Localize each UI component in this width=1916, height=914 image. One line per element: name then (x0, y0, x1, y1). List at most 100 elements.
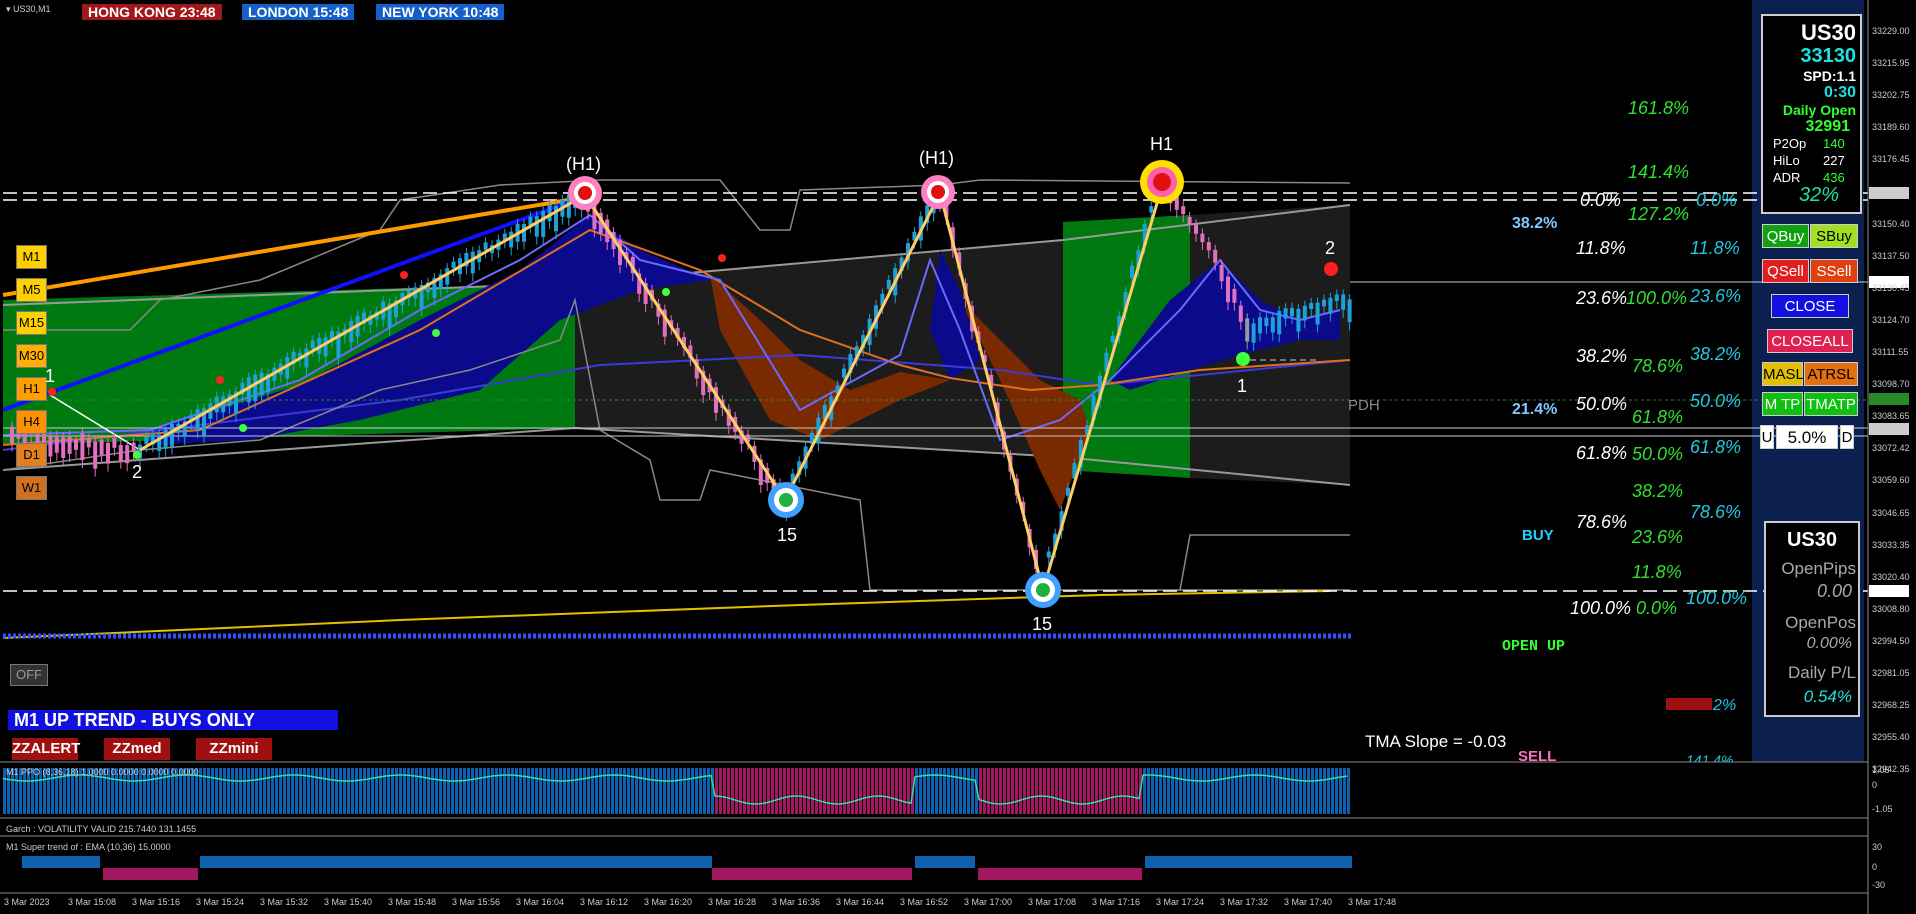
qsell-button[interactable]: QSell (1762, 259, 1809, 283)
ppo-bar (247, 768, 250, 814)
info-price: 33130 (1800, 45, 1856, 67)
ppo-bar (671, 768, 674, 814)
swing-marker-low-mid (768, 482, 804, 518)
tf-button-d1[interactable]: D1 (16, 443, 47, 467)
tf-button-m15[interactable]: M15 (16, 311, 47, 335)
ppo-bar (1291, 768, 1294, 814)
masl-button[interactable]: MASL (1762, 362, 1804, 386)
stats-open-pos: 0.00% (1806, 635, 1852, 652)
ppo-bar (1167, 768, 1170, 814)
ppo-bar (1123, 768, 1126, 814)
candle-body (349, 320, 354, 343)
closeall-button[interactable]: CLOSEALL (1767, 329, 1853, 353)
info-row-label-1: P2Op (1773, 136, 1807, 151)
ppo-bar (995, 768, 998, 814)
price-axis-tick: 32981.05 (1872, 668, 1910, 678)
pdh-label: PDH (1348, 397, 1380, 414)
tf-button-m5[interactable]: M5 (16, 278, 47, 302)
info-adr-pct: 32% (1799, 184, 1840, 206)
time-axis-tick: 3 Mar 15:24 (196, 897, 245, 907)
price-axis-tick: 33059.60 (1872, 475, 1910, 486)
fib-b-11-8: 11.8% (1632, 562, 1682, 582)
ppo-bar (907, 768, 910, 814)
fib-b-0: 0.0% (1636, 598, 1678, 618)
ppo-bar (335, 768, 338, 814)
off-button[interactable]: OFF (10, 664, 48, 686)
ppo-bar (1099, 768, 1102, 814)
ppo-bar (595, 768, 598, 814)
ppo-bar (359, 768, 362, 814)
ppo-bar (475, 768, 478, 814)
qbuy-button[interactable]: QBuy (1762, 224, 1809, 248)
ppo-bar (979, 768, 982, 814)
supertrend-down-segment (103, 868, 198, 880)
info-spread: SPD:1.1 (1803, 68, 1856, 84)
risk-up-button[interactable]: U (1760, 425, 1774, 449)
fib-bottom-partial2: 141.4% (1686, 752, 1734, 762)
ssell-button[interactable]: SSell (1810, 259, 1858, 283)
ppo-bar (1187, 768, 1190, 814)
ppo-bar (679, 768, 682, 814)
ppo-bar (1003, 768, 1006, 814)
candle-body (1347, 299, 1352, 323)
info-row-label-3: ADR (1773, 170, 1801, 185)
candle-body (323, 337, 328, 357)
candle-body (541, 211, 546, 237)
ppo-bar (755, 768, 758, 814)
tmatp-button[interactable]: TMATP (1804, 392, 1858, 416)
ppo-bar (1095, 768, 1098, 814)
ppo-bar (1175, 768, 1178, 814)
ppo-bar (459, 768, 462, 814)
ppo-bar (1015, 768, 1018, 814)
ppo-bar (991, 768, 994, 814)
ppo-bar (951, 768, 954, 814)
ppo-bar (1023, 768, 1026, 814)
clock-new-york: NEW YORK 10:48 (376, 4, 505, 20)
zzalert-button[interactable]: ZZALERT (12, 738, 80, 760)
ppo-bar (527, 768, 530, 814)
ppo-bar (1063, 768, 1066, 814)
price-axis-tick: 33150.40 (1872, 218, 1910, 229)
mtp-button[interactable]: M TP (1762, 392, 1803, 416)
ppo-bar (447, 768, 450, 814)
tf-button-w1[interactable]: W1 (16, 476, 47, 500)
time-axis-tick: 3 Mar 15:56 (452, 897, 501, 907)
close-button[interactable]: CLOSE (1771, 294, 1849, 318)
ppo-bar (1219, 768, 1222, 814)
ppo-bar (367, 768, 370, 814)
ppo-bar (839, 768, 842, 814)
candle-body (310, 340, 315, 349)
long-ema (2, 590, 1331, 639)
ppo-bar (1211, 768, 1214, 814)
ppo-bar (1271, 768, 1274, 814)
ppo-bar (731, 768, 734, 814)
ppo-bar (883, 768, 886, 814)
ppo-bar (1171, 768, 1174, 814)
ppo-bar (1039, 768, 1042, 814)
tf-button-m1[interactable]: M1 (16, 245, 47, 269)
tf-button-m30[interactable]: M30 (16, 344, 47, 368)
price-axis-tick: 33124.70 (1872, 314, 1910, 325)
time-axis-tick: 3 Mar 16:20 (644, 897, 693, 907)
candle-body (1149, 206, 1154, 213)
ppo-bar (955, 768, 958, 814)
swing-label-2-right: 2 (1325, 238, 1336, 258)
zzmini-button[interactable]: ZZmini (196, 738, 272, 760)
ppo-bar (1231, 768, 1234, 814)
atrsl-button[interactable]: ATRSL (1804, 362, 1858, 386)
candle-body (1194, 224, 1198, 234)
zzmed-button[interactable]: ZZmed (104, 738, 170, 760)
fib-c-100: 100.0% (1686, 588, 1748, 608)
time-axis-tick: 3 Mar 17:24 (1156, 897, 1205, 907)
ppo-bar (223, 768, 226, 814)
risk-down-button[interactable]: D (1840, 425, 1854, 449)
ppo-bar (267, 768, 270, 814)
swing-label-1-right: 1 (1237, 376, 1248, 396)
risk-input[interactable]: 5.0% (1776, 425, 1838, 449)
ppo-bar (1179, 768, 1182, 814)
tf-button-h1[interactable]: H1 (16, 377, 47, 401)
sbuy-button[interactable]: SBuy (1810, 224, 1858, 248)
tf-button-h4[interactable]: H4 (16, 410, 47, 434)
ppo-bar (523, 768, 526, 814)
clock-hong-kong: HONG KONG 23:48 (82, 4, 222, 20)
